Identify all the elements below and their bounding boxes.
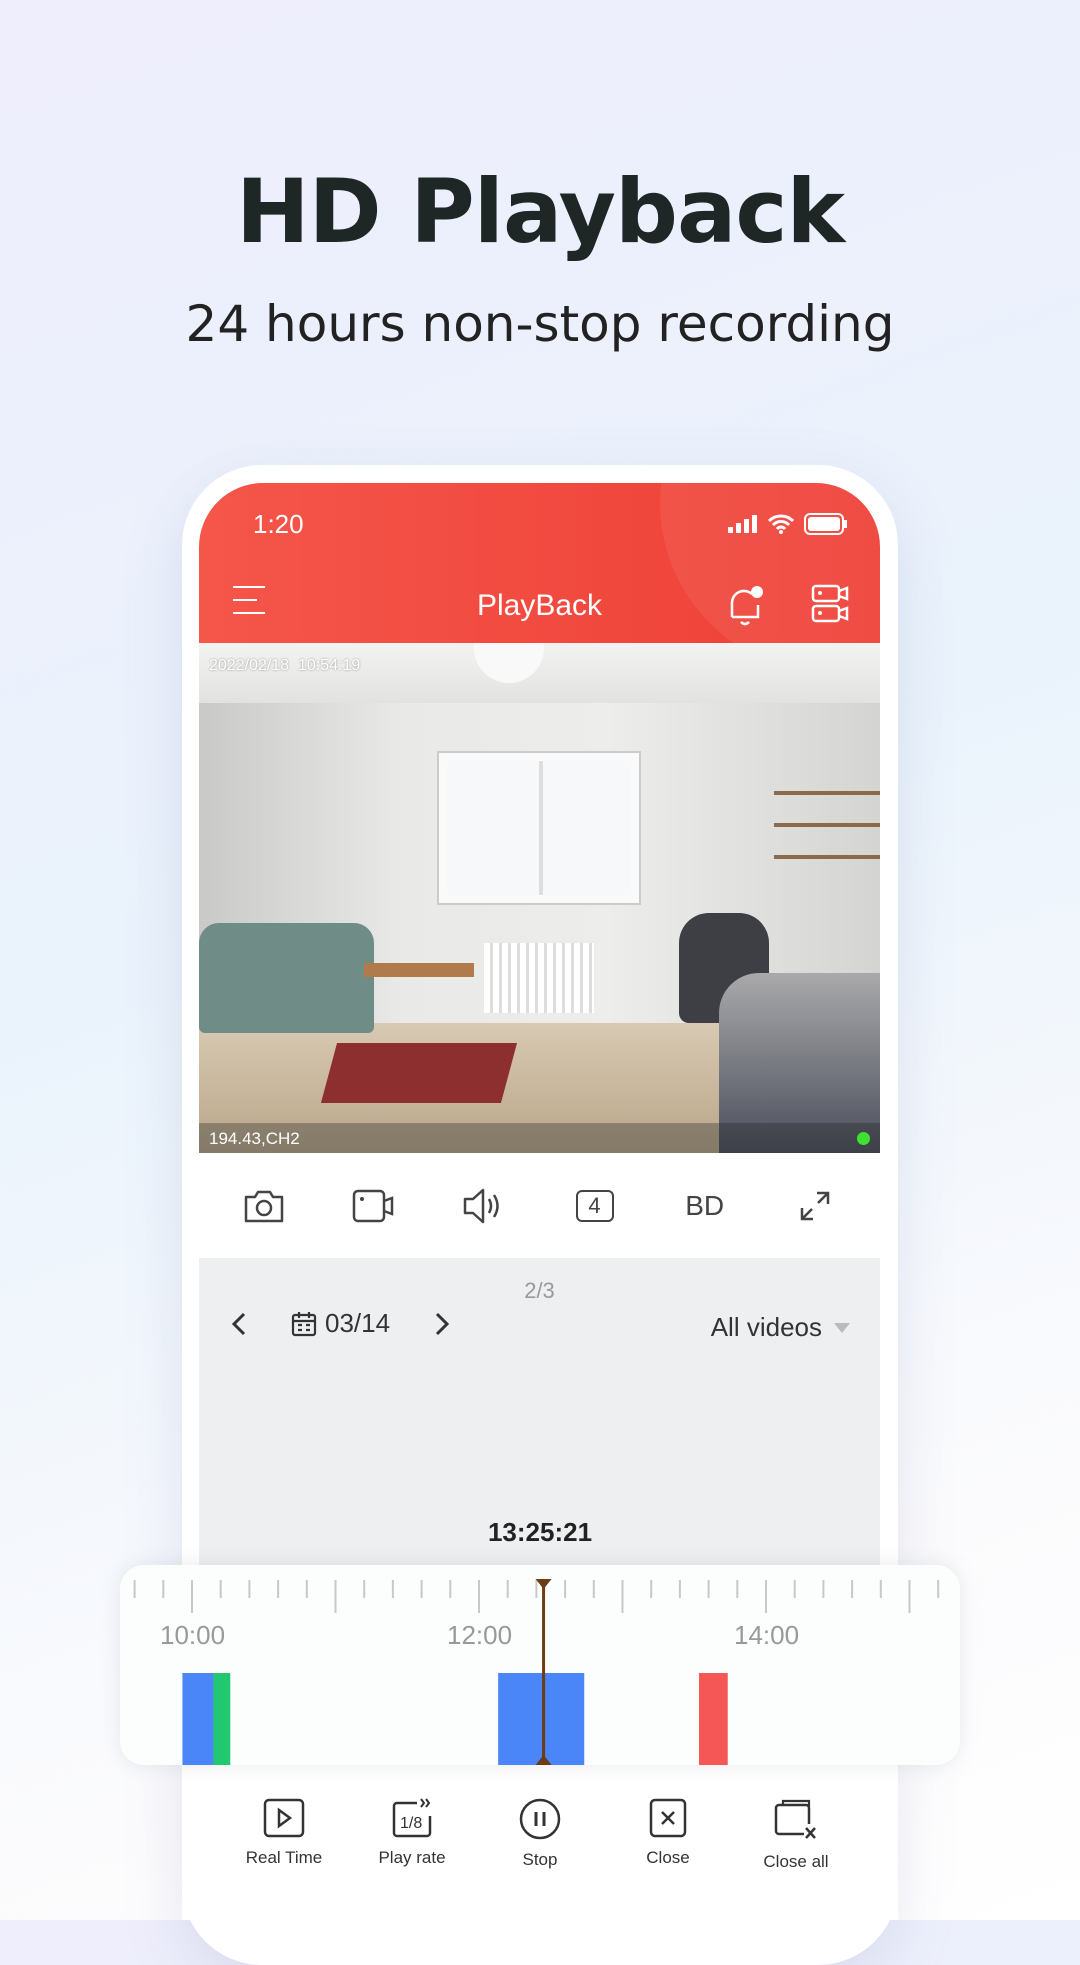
next-day-button[interactable] xyxy=(432,1311,452,1337)
status-icons xyxy=(728,513,848,535)
recording-segment xyxy=(182,1673,214,1765)
page-indicator: 2/3 xyxy=(524,1278,555,1303)
toolbar-label: Play rate xyxy=(378,1848,446,1867)
timeline-scrubber[interactable]: 10:00 12:00 14:00 xyxy=(120,1565,960,1765)
hero-title: HD Playback xyxy=(235,160,845,263)
hero-subtitle: 24 hours non-stop recording xyxy=(185,295,895,353)
player-controls: 4 BD xyxy=(199,1153,880,1258)
tick-label: 12:00 xyxy=(447,1620,513,1650)
recording-segment xyxy=(699,1673,728,1765)
playhead-top-marker xyxy=(535,1579,552,1589)
snapshot-button[interactable] xyxy=(234,1181,294,1231)
date-selector: 03/14 xyxy=(229,1308,452,1339)
calendar-icon[interactable] xyxy=(291,1311,317,1337)
selected-date[interactable]: 03/14 xyxy=(325,1308,390,1339)
page-title: PlayBack xyxy=(476,589,603,622)
close-all-button[interactable]: Close all xyxy=(736,1780,856,1920)
quality-button[interactable]: BD xyxy=(675,1181,735,1231)
video-player[interactable]: 2022/02/18 10:54:19 194.43,CH2 xyxy=(199,643,880,1153)
play-rate-icon: 1/8 xyxy=(392,1798,432,1838)
tick-label: 14:00 xyxy=(734,1620,800,1650)
audio-button[interactable] xyxy=(454,1181,514,1231)
close-button[interactable]: Close xyxy=(608,1780,728,1920)
expand-icon xyxy=(800,1191,830,1220)
fullscreen-button[interactable] xyxy=(785,1181,845,1231)
video-timestamp: 2022/02/18 10:54:19 xyxy=(209,657,361,674)
dropdown-arrow-icon xyxy=(834,1322,850,1333)
pause-icon xyxy=(519,1798,561,1840)
bottom-toolbar: Real Time 1/8 Play rate Stop Close Close… xyxy=(182,1780,898,1920)
status-time: 1:20 xyxy=(253,509,304,539)
bell-icon[interactable] xyxy=(724,583,768,629)
toolbar-label: Stop xyxy=(522,1850,558,1869)
toolbar-label: Close all xyxy=(763,1852,829,1871)
close-all-icon xyxy=(774,1799,816,1839)
timeline-chart[interactable] xyxy=(120,1565,960,1765)
split-screen-button[interactable]: 4 xyxy=(565,1181,625,1231)
online-status-dot xyxy=(857,1132,870,1145)
speaker-icon xyxy=(464,1188,500,1223)
play-rate-button[interactable]: 1/8 Play rate xyxy=(352,1780,472,1920)
video-info-bar: 194.43,CH2 xyxy=(199,1123,880,1153)
video-filter-dropdown[interactable]: All videos xyxy=(711,1312,850,1343)
svg-text:1/8: 1/8 xyxy=(400,1815,422,1832)
app-header: 1:20 PlayBack xyxy=(199,483,880,643)
signal-icon xyxy=(728,515,757,533)
channel-label: 194.43,CH2 xyxy=(209,1129,300,1148)
record-button[interactable] xyxy=(344,1181,404,1231)
battery-icon xyxy=(804,513,847,535)
split-4-icon: 4 xyxy=(575,1189,614,1222)
toolbar-label: Real Time xyxy=(245,1848,323,1867)
current-playback-time: 13:25:21 xyxy=(487,1517,593,1547)
play-box-icon xyxy=(263,1798,305,1838)
real-time-button[interactable]: Real Time xyxy=(224,1780,344,1920)
tick-label: 10:00 xyxy=(160,1620,226,1650)
close-box-icon xyxy=(649,1798,687,1838)
stop-button[interactable]: Stop xyxy=(480,1780,600,1920)
prev-day-button[interactable] xyxy=(229,1311,249,1337)
wifi-icon xyxy=(768,514,794,534)
recording-segment xyxy=(213,1673,231,1765)
cameras-icon[interactable] xyxy=(811,583,851,625)
recording-segment xyxy=(498,1673,585,1765)
toolbar-label: Close xyxy=(646,1848,690,1867)
filter-label: All videos xyxy=(710,1312,822,1342)
camera-icon xyxy=(244,1190,284,1222)
record-icon xyxy=(352,1189,394,1222)
